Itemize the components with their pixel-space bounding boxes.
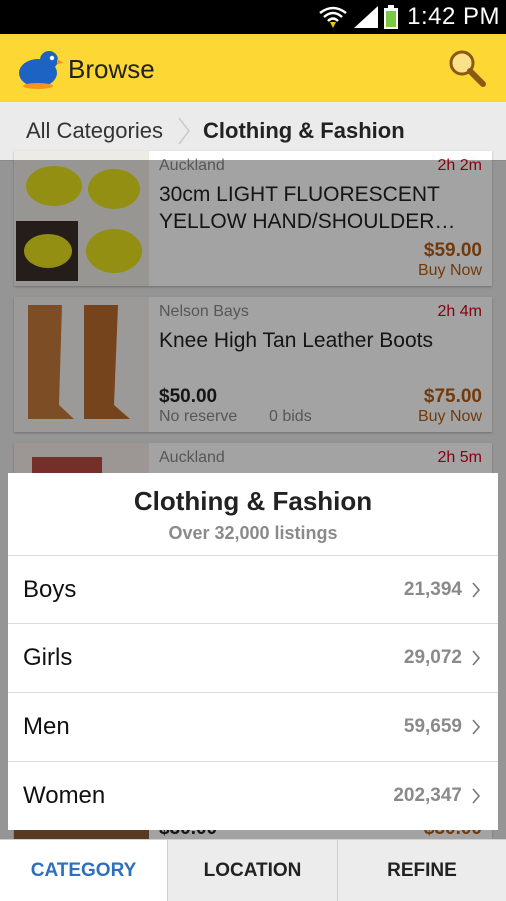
wifi-icon (319, 6, 347, 22)
category-name: Women (23, 782, 106, 809)
dialog-title: Clothing & Fashion (133, 486, 373, 516)
tab-refine[interactable]: REFINE (338, 840, 506, 901)
chevron-right-icon (472, 788, 481, 804)
breadcrumb-all-categories[interactable]: All Categories (26, 118, 163, 144)
category-dialog: Clothing & Fashion Over 32,000 listings … (8, 473, 498, 830)
chevron-right-icon (178, 117, 190, 145)
download-icon (330, 22, 336, 28)
chevron-right-icon (472, 582, 481, 598)
category-row-women[interactable]: Women 202,347 (8, 761, 498, 830)
bottom-tab-bar: CATEGORY LOCATION REFINE (0, 839, 506, 901)
category-name: Boys (23, 576, 77, 603)
chevron-right-icon (472, 650, 481, 666)
status-time: 1:42 PM (407, 3, 500, 30)
action-bar: Browse (0, 34, 506, 102)
page-title: Browse (68, 54, 155, 84)
category-name: Girls (23, 644, 73, 671)
category-row-men[interactable]: Men 59,659 (8, 692, 498, 761)
status-icons (319, 5, 398, 29)
category-count: 59,659 (403, 716, 462, 737)
chevron-right-icon (472, 719, 481, 735)
search-icon[interactable] (446, 47, 488, 89)
battery-icon (384, 5, 398, 29)
category-count: 29,072 (403, 647, 462, 668)
dialog-subtitle: Over 32,000 listings (168, 523, 338, 543)
category-name: Men (23, 713, 70, 740)
kiwi-bird-logo (19, 51, 64, 89)
breadcrumb-current: Clothing & Fashion (203, 118, 405, 143)
category-row-girls[interactable]: Girls 29,072 (8, 623, 498, 692)
tab-location[interactable]: LOCATION (168, 840, 337, 901)
category-row-boys[interactable]: Boys 21,394 (8, 555, 498, 624)
status-bar: 1:42 PM (0, 0, 506, 34)
signal-icon (354, 6, 378, 28)
category-count: 21,394 (403, 579, 462, 600)
tab-category[interactable]: CATEGORY (0, 840, 167, 901)
category-count: 202,347 (393, 785, 462, 806)
